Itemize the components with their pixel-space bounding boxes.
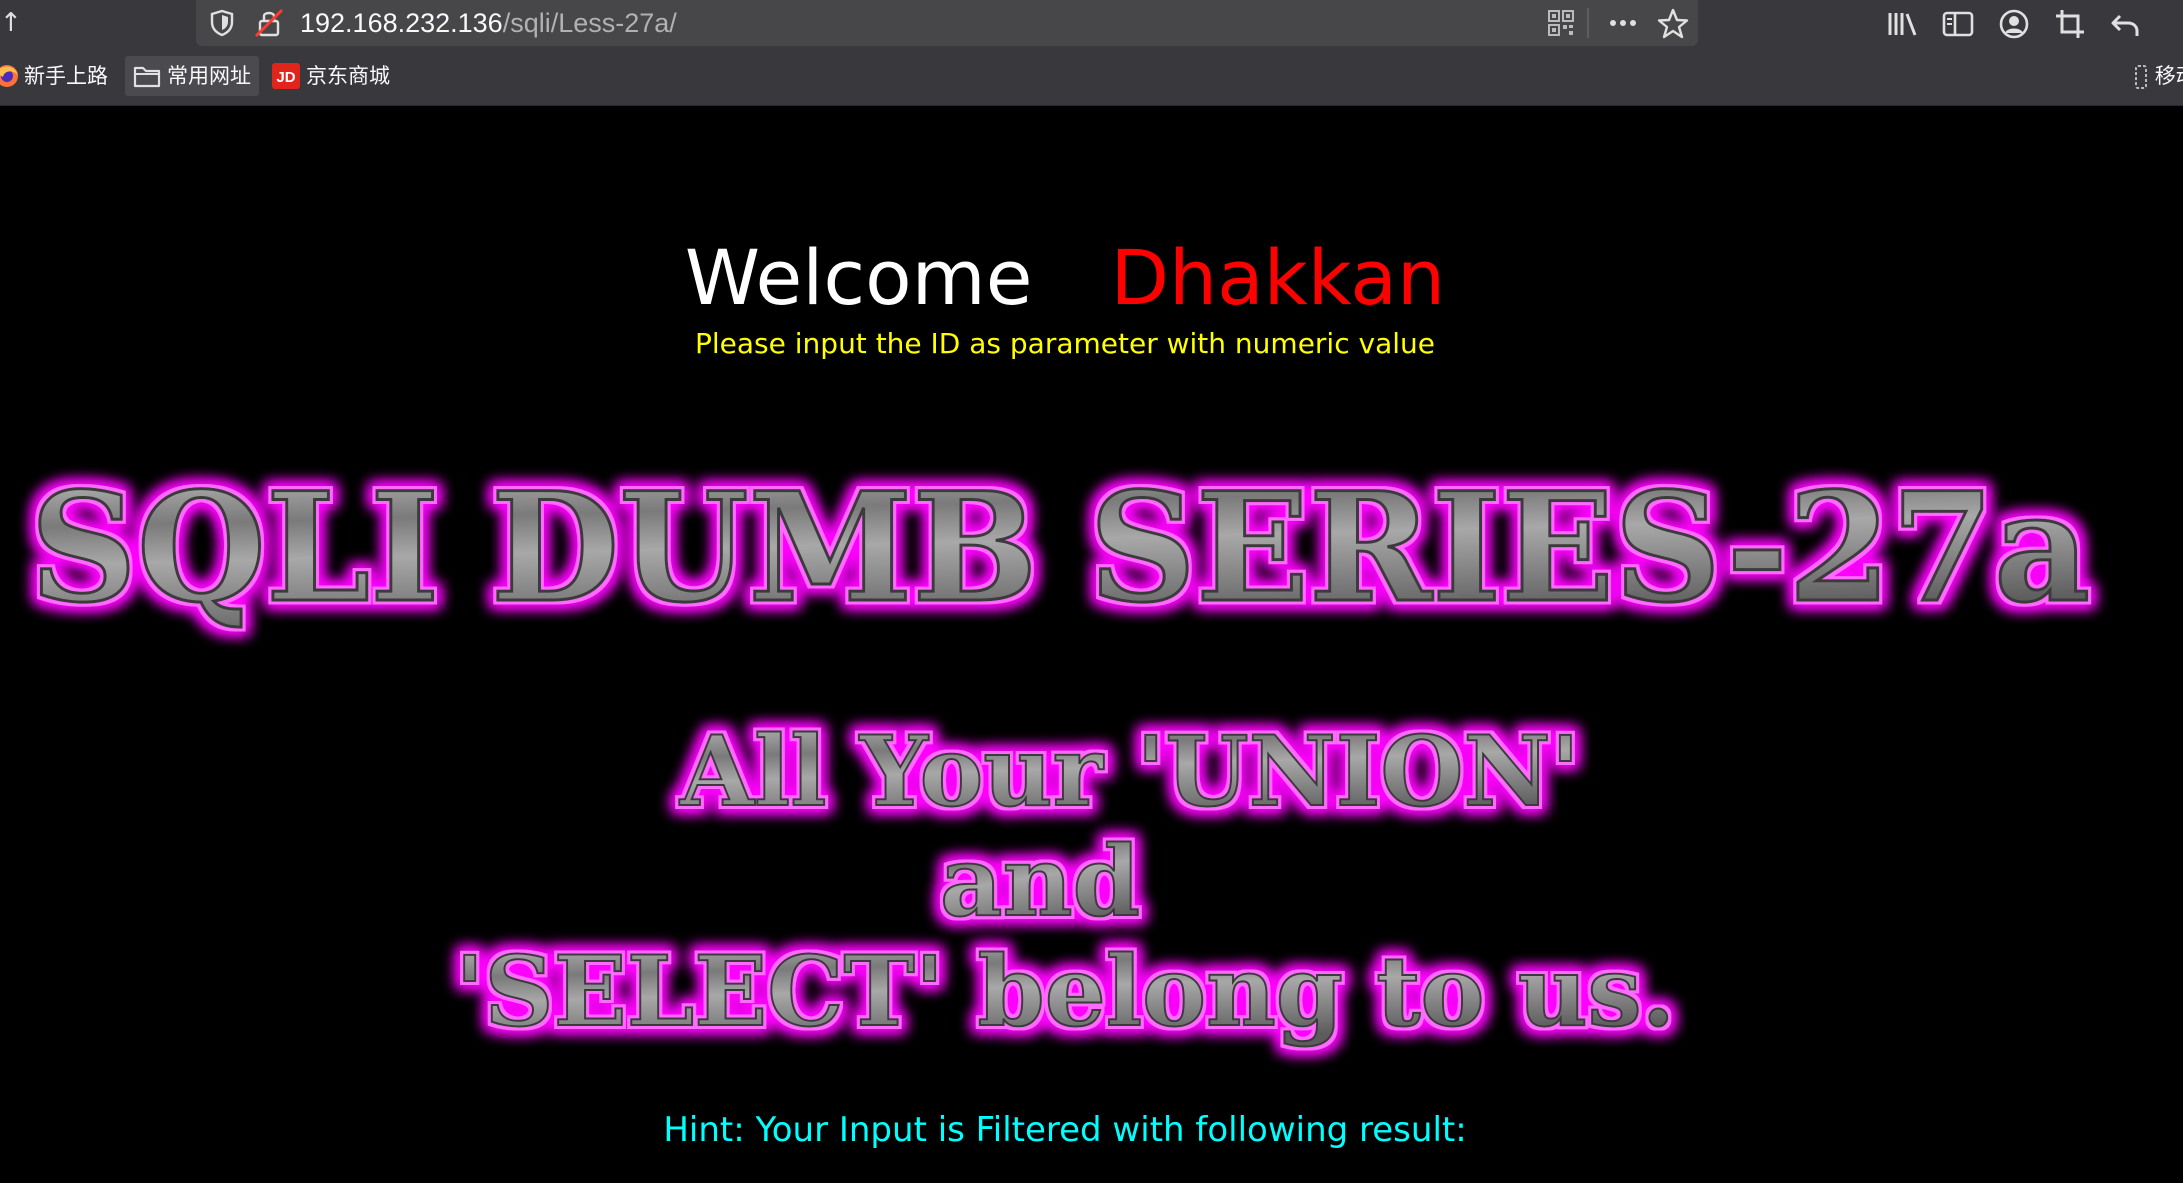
bookmarks-bar: 新手上路 常用网址 JD 京东商城 移动 — [0, 46, 2183, 106]
url-path: /sqli/Less-27a/ — [502, 8, 677, 38]
account-icon[interactable] — [1996, 6, 2032, 42]
welcome-name: Dhakkan — [1110, 233, 1446, 322]
bookmark-item-mobile[interactable]: 移动 — [2134, 56, 2183, 96]
library-icon[interactable] — [1884, 6, 1920, 42]
bookmark-label: 常用网址 — [167, 64, 251, 88]
id-parameter-prompt: Please input the ID as parameter with nu… — [695, 327, 1435, 360]
qr-code-icon[interactable] — [1546, 8, 1576, 38]
sidebar-icon[interactable] — [1940, 6, 1976, 42]
banner-line-1: All Your 'UNION' — [679, 715, 1580, 828]
welcome-heading: Welcome Dhakkan — [0, 228, 2130, 328]
browser-toolbar: ↑ 192.168.232.136/sqli/Less-27a/ — [0, 0, 2183, 46]
banner-line-2: and — [940, 825, 1140, 938]
insecure-lock-icon[interactable] — [252, 6, 286, 40]
mobile-device-icon — [2135, 65, 2147, 89]
bookmark-item-jd[interactable]: JD 京东商城 — [270, 56, 400, 96]
url-divider — [1587, 8, 1589, 38]
url-text[interactable]: 192.168.232.136/sqli/Less-27a/ — [300, 4, 677, 42]
banner-title: SQLI DUMB SERIES-27a — [30, 460, 2090, 636]
bookmark-item-common-sites[interactable]: 常用网址 — [125, 56, 259, 96]
bookmark-label: 京东商城 — [306, 64, 390, 88]
more-actions-icon[interactable] — [1605, 6, 1641, 40]
screenshot-icon[interactable] — [2052, 6, 2088, 42]
firefox-icon — [0, 65, 18, 87]
jd-badge-text: JD — [276, 69, 295, 86]
bookmark-label: 新手上路 — [24, 64, 108, 88]
banner-graphic: SQLI DUMB SERIES-27a All Your 'UNION' an… — [29, 460, 2092, 1049]
shield-icon[interactable] — [208, 8, 236, 38]
jd-icon: JD — [272, 63, 300, 89]
filter-hint: Hint: Your Input is Filtered with follow… — [663, 1110, 1467, 1150]
folder-icon — [133, 66, 161, 88]
bookmark-item-getting-started[interactable]: 新手上路 — [0, 56, 118, 96]
url-host: 192.168.232.136 — [300, 8, 503, 38]
bookmark-label: 移动 — [2154, 64, 2183, 88]
bookmark-star-icon[interactable] — [1655, 6, 1691, 42]
banner-line-3: 'SELECT' belong to us. — [455, 935, 1675, 1048]
undo-icon[interactable] — [2108, 6, 2144, 42]
welcome-text: Welcome — [684, 233, 1033, 322]
back-icon[interactable]: ↑ — [0, 8, 22, 38]
